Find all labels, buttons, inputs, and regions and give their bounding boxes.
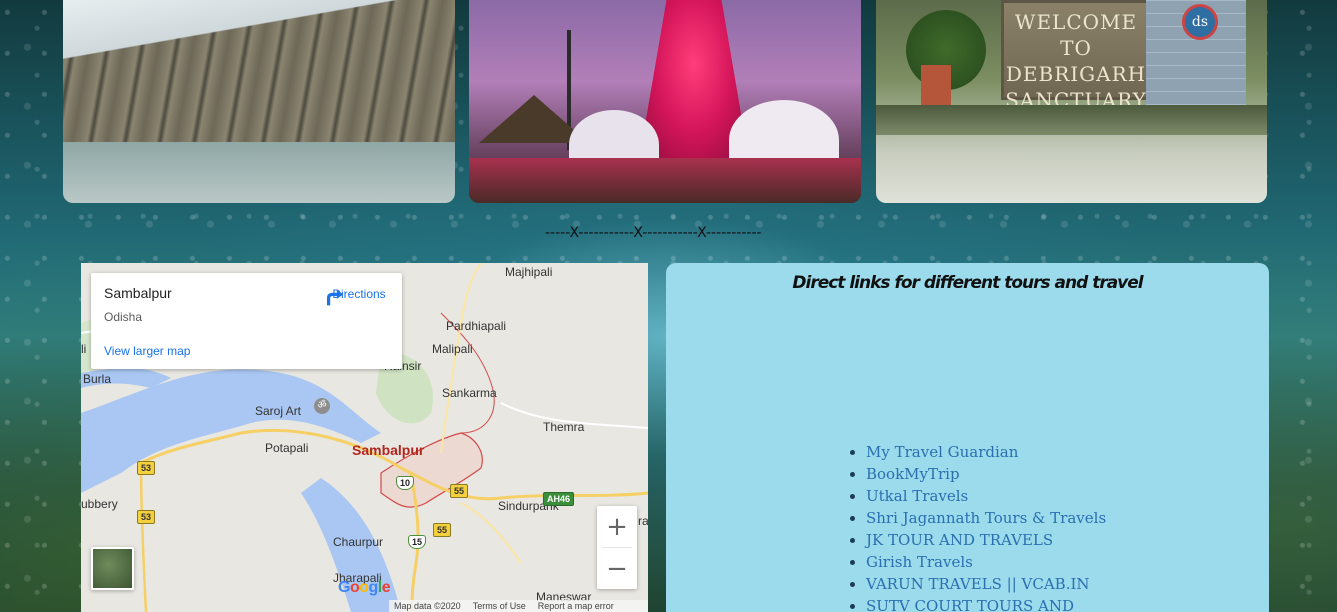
temple-poi-icon: ॐ bbox=[314, 398, 330, 414]
sign-line-1: WELCOME TO bbox=[1014, 10, 1138, 60]
tour-links-panel: Direct links for different tours and tra… bbox=[666, 263, 1269, 612]
place-title: Sambalpur bbox=[104, 285, 172, 301]
list-item: SUTV COURT TOURS AND bbox=[866, 597, 1106, 612]
map-label-majhipali: Majhipali bbox=[505, 265, 553, 279]
zoom-controls: + − bbox=[597, 506, 637, 589]
sign-line-2: DEBRIGARH bbox=[1005, 62, 1147, 86]
google-letter-o2: o bbox=[359, 579, 369, 596]
map-label-pardhiapali: Pardhiapali bbox=[446, 319, 507, 333]
map-label-burla: Burla bbox=[83, 372, 112, 386]
map-label-themra: Themra bbox=[543, 420, 585, 434]
zoom-out-button[interactable]: − bbox=[597, 548, 637, 589]
terms-of-use-link[interactable]: Terms of Use bbox=[473, 601, 526, 611]
list-item: JK TOUR AND TRAVELS bbox=[866, 531, 1106, 553]
link-jk-tour-and-travels[interactable]: JK TOUR AND TRAVELS bbox=[866, 531, 1053, 549]
map-label-sankarma: Sankarma bbox=[442, 386, 497, 400]
map-label-saroj-art: Saroj Art bbox=[255, 404, 302, 418]
zoom-in-button[interactable]: + bbox=[597, 506, 637, 547]
hedge bbox=[876, 105, 1267, 135]
satellite-toggle[interactable] bbox=[91, 547, 134, 590]
photo-debrigarh-sanctuary: WELCOME TO DEBRIGARH SANCTUARY ds bbox=[876, 0, 1267, 203]
road-shield-53a: 53 bbox=[137, 461, 156, 475]
directions-button[interactable]: Directions bbox=[324, 287, 394, 306]
directions-icon bbox=[326, 289, 344, 306]
link-sutv-court-tours[interactable]: SUTV COURT TOURS AND bbox=[866, 597, 1074, 612]
list-item: Shri Jagannath Tours & Travels bbox=[866, 509, 1106, 531]
photo-hirakud-dam bbox=[63, 0, 455, 203]
road-shield-53b: 53 bbox=[137, 510, 156, 524]
link-bookmytrip[interactable]: BookMyTrip bbox=[866, 465, 960, 483]
map-footer: Map data ©2020 Terms of Use Report a map… bbox=[389, 600, 648, 612]
view-larger-map-link[interactable]: View larger map bbox=[104, 344, 190, 358]
map-info-card: Sambalpur Odisha View larger map Directi… bbox=[91, 273, 402, 369]
place-subtitle: Odisha bbox=[104, 310, 143, 324]
road-shield-10: 10 bbox=[396, 476, 415, 490]
sanctuary-logo: ds bbox=[1182, 4, 1218, 40]
list-item: BookMyTrip bbox=[866, 465, 1106, 487]
google-letter-g2: g bbox=[368, 579, 379, 596]
road-shield-15: 15 bbox=[408, 535, 427, 549]
photo-samaleswari-temple bbox=[469, 0, 861, 203]
map-label-potapali: Potapali bbox=[265, 441, 309, 455]
link-utkal-travels[interactable]: Utkal Travels bbox=[866, 487, 968, 505]
link-shri-jagannath-tours[interactable]: Shri Jagannath Tours & Travels bbox=[866, 509, 1106, 527]
link-girish-travels[interactable]: Girish Travels bbox=[866, 553, 973, 571]
google-letter-g: G bbox=[338, 579, 350, 596]
map-label-chaurpur: Chaurpur bbox=[333, 535, 384, 549]
embedded-map[interactable]: Majhipali Pardhiapali Malipali Burla li … bbox=[81, 263, 648, 612]
temple-base bbox=[469, 158, 861, 203]
google-letter-o1: o bbox=[349, 579, 360, 596]
map-data-text: Map data ©2020 bbox=[394, 601, 461, 611]
map-label-li: li bbox=[81, 342, 87, 356]
section-divider: -----X-----------X-----------X----------… bbox=[545, 225, 762, 241]
list-item: VARUN TRAVELS || VCAB.IN bbox=[866, 575, 1106, 597]
report-map-error-link[interactable]: Report a map error bbox=[538, 601, 614, 611]
list-item: Girish Travels bbox=[866, 553, 1106, 575]
welcome-sign: WELCOME TO DEBRIGARH SANCTUARY bbox=[1001, 0, 1151, 112]
link-my-travel-guardian[interactable]: My Travel Guardian bbox=[866, 443, 1018, 461]
flower-pot bbox=[921, 65, 951, 107]
google-logo: Google bbox=[338, 579, 391, 597]
link-varun-travels[interactable]: VARUN TRAVELS || VCAB.IN bbox=[866, 575, 1090, 593]
map-label-bubbery: ubbery bbox=[81, 497, 118, 511]
tour-links-list: My Travel Guardian BookMyTrip Utkal Trav… bbox=[866, 443, 1106, 612]
road-shield-55a: 55 bbox=[450, 484, 469, 498]
list-item: My Travel Guardian bbox=[866, 443, 1106, 465]
list-item: Utkal Travels bbox=[866, 487, 1106, 509]
panel-title: Direct links for different tours and tra… bbox=[792, 273, 1143, 293]
road-shield-ah46: AH46 bbox=[543, 492, 575, 506]
map-label-sambalpur: Sambalpur bbox=[352, 442, 425, 458]
map-label-ra: ra bbox=[638, 514, 648, 528]
map-label-malipali: Malipali bbox=[432, 342, 473, 356]
road-shield-55b: 55 bbox=[433, 523, 452, 537]
google-letter-e: e bbox=[381, 579, 391, 596]
